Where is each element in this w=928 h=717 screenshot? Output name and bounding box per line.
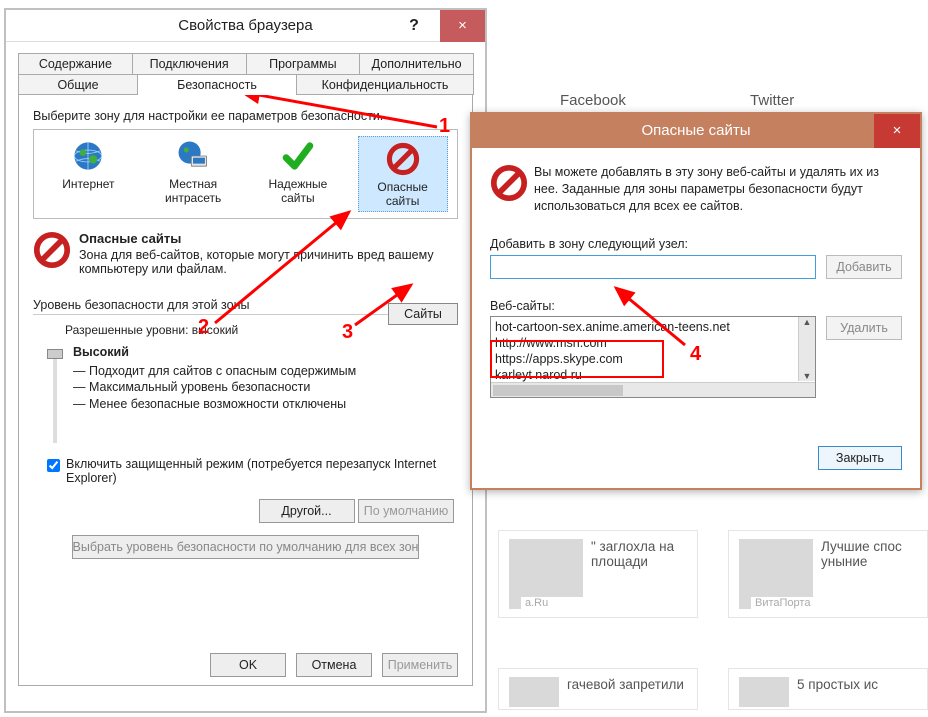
level-name: Высокий	[73, 345, 454, 359]
zone-label: Интернет	[43, 178, 133, 192]
sites-listbox[interactable]: hot-cartoon-sex.anime.american-teens.net…	[490, 316, 816, 398]
zone-description-title: Опасные сайты	[79, 231, 458, 246]
protected-mode-row: Включить защищенный режим (потребуется п…	[37, 457, 454, 485]
globe-monitor-icon	[148, 136, 238, 176]
block-icon	[361, 139, 445, 179]
internet-options-dialog: Свойства браузера ? × Содержание Подключ…	[4, 8, 487, 713]
zone-trusted[interactable]: Надежные сайты	[253, 136, 343, 212]
tab-connections[interactable]: Подключения	[132, 53, 247, 74]
bg-card-thumb	[509, 677, 559, 707]
tab-general[interactable]: Общие	[18, 74, 138, 95]
dialog-title: Свойства браузера	[178, 17, 312, 34]
sites-button[interactable]: Сайты	[388, 303, 458, 325]
help-button[interactable]: ?	[393, 10, 435, 42]
close-dialog-button[interactable]: Закрыть	[818, 446, 902, 470]
default-level-button[interactable]: По умолчанию	[358, 499, 454, 523]
background-social-links: Facebook Twitter	[560, 92, 914, 109]
globe-icon	[43, 136, 133, 176]
bg-card-1[interactable]: " заглохла на площади а.Ru	[498, 530, 698, 618]
tab-advanced[interactable]: Дополнительно	[359, 53, 474, 74]
restricted-title: Опасные сайты	[641, 122, 750, 139]
zone-description: Опасные сайты Зона для веб-сайтов, котор…	[33, 231, 458, 276]
add-site-label: Добавить в зону следующий узел:	[490, 237, 902, 251]
protected-mode-checkbox[interactable]	[47, 459, 60, 472]
zone-description-text: Зона для веб-сайтов, которые могут причи…	[79, 248, 434, 276]
security-level-group: Уровень безопасности для этой зоны Разре…	[33, 298, 458, 563]
bg-card-source: а.Ru	[509, 597, 687, 609]
custom-level-button[interactable]: Другой...	[259, 499, 355, 523]
zone-label: Местная интрасеть	[148, 178, 238, 206]
restricted-sites-dialog: Опасные сайты × Вы можете добавлять в эт…	[470, 112, 922, 490]
protected-mode-label: Включить защищенный режим (потребуется п…	[66, 457, 454, 485]
list-item[interactable]: https://apps.skype.com	[495, 351, 793, 367]
slider-thumb[interactable]	[47, 349, 63, 359]
tab-programs[interactable]: Программы	[246, 53, 361, 74]
level-point: — Подходит для сайтов с опасным содержим…	[73, 363, 454, 380]
apply-button[interactable]: Применить	[382, 653, 458, 677]
cancel-button[interactable]: Отмена	[296, 653, 372, 677]
bg-card-source: ВитаПорта	[739, 597, 917, 609]
add-button[interactable]: Добавить	[826, 255, 902, 279]
tabs-row-top: Содержание Подключения Программы Дополни…	[6, 42, 485, 73]
security-slider[interactable]	[53, 353, 57, 443]
zone-label: Опасные сайты	[361, 181, 445, 209]
ok-button[interactable]: OK	[210, 653, 286, 677]
zone-internet[interactable]: Интернет	[43, 136, 133, 212]
close-button[interactable]: ×	[874, 114, 920, 148]
close-button[interactable]: ×	[440, 10, 485, 42]
level-point: — Менее безопасные возможности отключены	[73, 396, 454, 413]
tabs-row-bottom: Общие Безопасность Конфиденциальность	[6, 73, 485, 94]
add-site-input[interactable]	[490, 255, 816, 279]
dialog-footer: OK Отмена Применить	[19, 645, 472, 685]
bg-card-thumb	[739, 539, 813, 597]
tab-privacy[interactable]: Конфиденциальность	[296, 74, 474, 95]
list-item[interactable]: http://www.msn.com	[495, 335, 793, 351]
link-facebook[interactable]: Facebook	[560, 92, 626, 109]
link-twitter[interactable]: Twitter	[750, 92, 794, 109]
zone-restricted[interactable]: Опасные сайты	[358, 136, 448, 212]
tab-content[interactable]: Содержание	[18, 53, 133, 74]
bg-card-thumb	[509, 539, 583, 597]
level-point: — Максимальный уровень безопасности	[73, 379, 454, 396]
zone-select-label: Выберите зону для настройки ее параметро…	[33, 109, 458, 123]
horizontal-scrollbar[interactable]	[491, 382, 815, 397]
bg-card-thumb	[739, 677, 789, 707]
zone-label: Надежные сайты	[253, 178, 343, 206]
list-item[interactable]: hot-cartoon-sex.anime.american-teens.net	[495, 319, 793, 335]
check-icon	[253, 136, 343, 176]
vertical-scrollbar[interactable]	[798, 317, 815, 381]
tab-security[interactable]: Безопасность	[137, 74, 297, 95]
bg-card-4[interactable]: 5 простых ис	[728, 668, 928, 710]
restricted-titlebar: Опасные сайты ×	[472, 114, 920, 148]
block-icon	[33, 231, 79, 276]
reset-all-zones-button[interactable]: Выбрать уровень безопасности по умолчани…	[72, 535, 420, 559]
sites-list-label: Веб-сайты:	[490, 299, 902, 313]
block-icon	[490, 164, 534, 215]
remove-button[interactable]: Удалить	[826, 316, 902, 340]
zone-intranet[interactable]: Местная интрасеть	[148, 136, 238, 212]
bg-card-2[interactable]: Лучшие спос уныние ВитаПорта	[728, 530, 928, 618]
restricted-intro-text: Вы можете добавлять в эту зону веб-сайты…	[534, 164, 902, 215]
dialog-titlebar: Свойства браузера ? ×	[6, 10, 485, 42]
zones-list: Интернет Местная интрасеть Надежные сайт…	[33, 129, 458, 219]
tab-security-body: Выберите зону для настройки ее параметро…	[18, 94, 473, 686]
bg-card-3[interactable]: гачевой запретили	[498, 668, 698, 710]
